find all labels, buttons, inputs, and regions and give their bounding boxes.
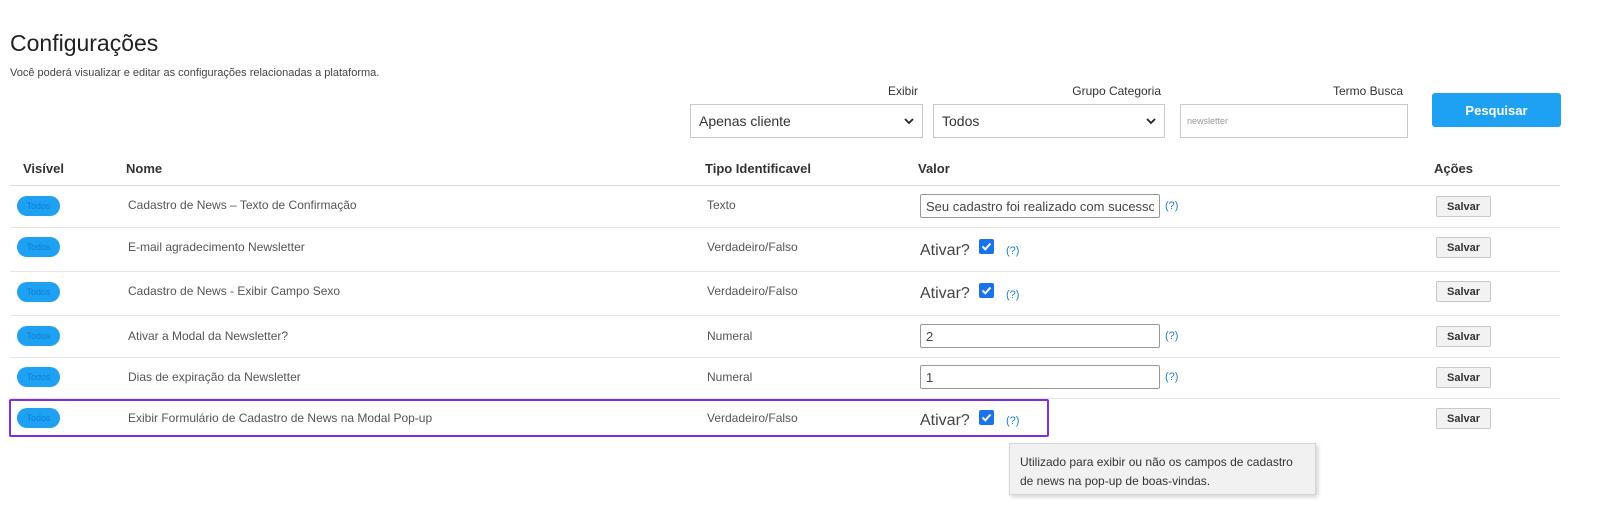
checkmark-icon (981, 242, 992, 251)
save-button[interactable]: Salvar (1436, 196, 1491, 217)
column-header-nome: Nome (126, 161, 163, 176)
activate-checkbox[interactable] (979, 283, 994, 298)
visibility-badge: Todos (17, 282, 60, 302)
save-button[interactable]: Salvar (1436, 367, 1491, 388)
filter-label-grupo: Grupo Categoria (1072, 84, 1161, 98)
setting-name: Cadastro de News - Exibir Campo Sexo (128, 284, 341, 298)
page-title: Configurações (10, 30, 159, 56)
activate-label: Ativar? (920, 285, 970, 302)
setting-type: Verdadeiro/Falso (707, 240, 798, 254)
help-link[interactable]: (?) (1165, 200, 1178, 212)
visibility-badge: Todos (17, 367, 60, 387)
column-header-valor: Valor (918, 161, 950, 176)
setting-type: Texto (707, 198, 736, 212)
termo-busca-input[interactable] (1180, 104, 1408, 138)
help-link[interactable]: (?) (1006, 289, 1019, 301)
help-link[interactable]: (?) (1006, 245, 1019, 257)
save-button[interactable]: Salvar (1436, 237, 1491, 258)
column-header-tipo: Tipo Identificavel (705, 161, 811, 176)
chevron-down-icon (904, 118, 914, 125)
setting-value-input[interactable] (920, 194, 1160, 218)
setting-type: Numeral (707, 329, 753, 343)
table-row: Todos Ativar a Modal da Newsletter? Nume… (0, 316, 1600, 357)
exibir-select[interactable]: Apenas cliente (690, 104, 923, 138)
save-button[interactable]: Salvar (1436, 408, 1491, 429)
help-link[interactable]: (?) (1165, 330, 1178, 342)
grupo-categoria-select[interactable]: Todos (933, 104, 1165, 138)
activate-checkbox[interactable] (979, 239, 994, 254)
help-tooltip: Utilizado para exibir ou não os campos d… (1009, 443, 1316, 495)
setting-value-input[interactable] (920, 365, 1160, 389)
setting-name: Cadastro de News – Texto de Confirmação (128, 198, 357, 212)
setting-value-input[interactable] (920, 324, 1160, 348)
search-button[interactable]: Pesquisar (1432, 93, 1561, 127)
setting-name: Dias de expiração da Newsletter (128, 370, 301, 384)
save-button[interactable]: Salvar (1436, 281, 1491, 302)
help-link[interactable]: (?) (1165, 371, 1178, 383)
setting-name: Ativar a Modal da Newsletter? (128, 329, 289, 343)
checkmark-icon (981, 286, 992, 295)
table-row: Todos Cadastro de News - Exibir Campo Se… (0, 272, 1600, 315)
table-row: Todos E-mail agradecimento Newsletter Ve… (0, 228, 1600, 271)
visibility-badge: Todos (17, 196, 60, 216)
filter-label-termo: Termo Busca (1332, 84, 1403, 98)
grupo-select-value: Todos (942, 113, 980, 129)
filter-label-exibir: Exibir (887, 84, 918, 98)
save-button[interactable]: Salvar (1436, 326, 1491, 347)
chevron-down-icon (1146, 118, 1156, 125)
setting-type: Numeral (707, 370, 753, 384)
table-row: Todos Dias de expiração da Newsletter Nu… (0, 358, 1600, 398)
row-highlight-box (9, 399, 1049, 437)
visibility-badge: Todos (17, 326, 60, 346)
setting-type: Verdadeiro/Falso (707, 284, 798, 298)
visibility-badge: Todos (17, 237, 60, 257)
page-subtitle: Você poderá visualizar e editar as confi… (10, 67, 380, 79)
column-header-visivel: Visível (23, 161, 64, 176)
activate-label: Ativar? (920, 242, 970, 259)
column-header-acoes: Ações (1434, 161, 1474, 176)
setting-name: E-mail agradecimento Newsletter (128, 240, 305, 254)
exibir-select-value: Apenas cliente (699, 113, 791, 129)
table-row: Todos Cadastro de News – Texto de Confir… (0, 186, 1600, 227)
